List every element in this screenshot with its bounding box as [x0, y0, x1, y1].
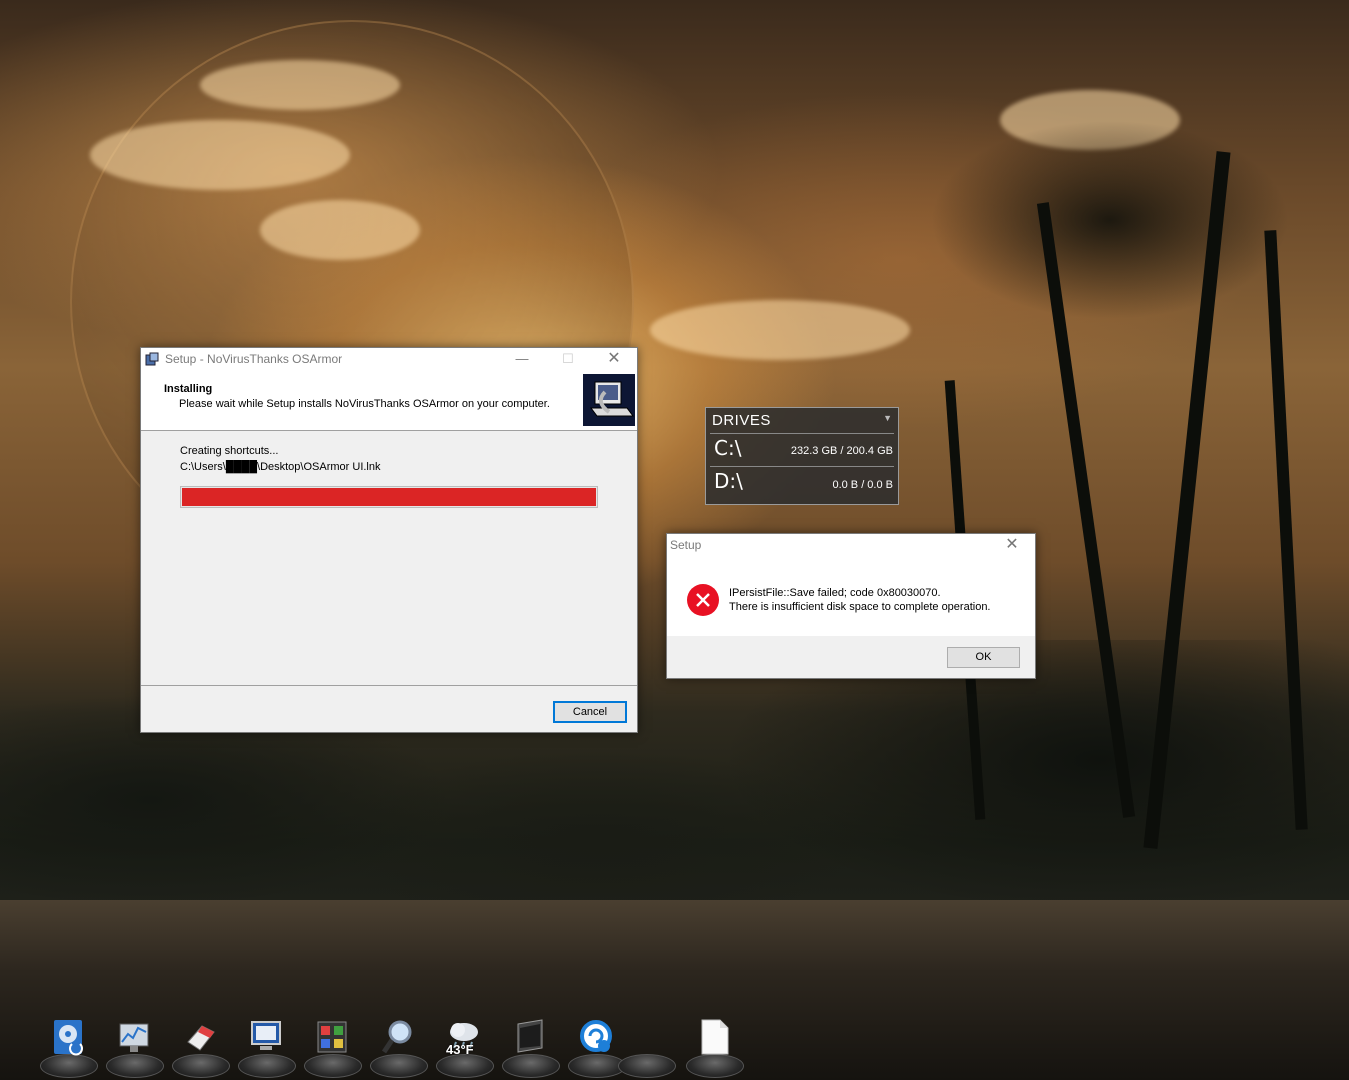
- cloud-decoration: [650, 300, 910, 360]
- setup-header: Installing Please wait while Setup insta…: [141, 370, 637, 431]
- weather-temperature: 43°F: [446, 1042, 474, 1057]
- sync-s-icon: [580, 1018, 612, 1056]
- path-text: C:\Users\████\Desktop\OSArmor UI.lnk: [180, 461, 381, 473]
- header-subtitle: Please wait while Setup installs NoVirus…: [179, 398, 550, 410]
- setup-footer: Cancel: [141, 685, 637, 732]
- chevron-down-icon[interactable]: ▼: [883, 413, 892, 423]
- drives-title: DRIVES: [712, 412, 771, 429]
- setup-titlebar[interactable]: Setup - NoVirusThanks OSArmor — ☐ ✕: [141, 348, 637, 370]
- cloud-decoration: [90, 120, 350, 190]
- palm-foliage: [930, 120, 1290, 320]
- divider: [710, 433, 894, 434]
- setup-body: Creating shortcuts... C:\Users\████\Desk…: [141, 431, 637, 685]
- error-titlebar[interactable]: Setup ✕: [667, 534, 1035, 556]
- dock: 43°F: [36, 1012, 748, 1080]
- dock-item-computer[interactable]: [236, 1012, 296, 1078]
- magnifier-icon: [382, 1018, 414, 1056]
- minimize-button[interactable]: —: [499, 348, 545, 370]
- cloud-decoration: [200, 60, 400, 110]
- ok-button[interactable]: OK: [947, 647, 1020, 668]
- computer-icon: [250, 1018, 282, 1056]
- eraser-icon: [184, 1018, 216, 1056]
- tools-icon: [316, 1018, 348, 1056]
- dock-item-empty-slot[interactable]: [616, 1012, 676, 1078]
- error-message-line1: IPersistFile::Save failed; code 0x800300…: [729, 587, 941, 599]
- close-button[interactable]: ✕: [989, 534, 1035, 556]
- setup-title: Setup - NoVirusThanks OSArmor: [165, 352, 343, 366]
- error-footer: OK: [667, 636, 1035, 678]
- dock-item-system-monitor[interactable]: [104, 1012, 164, 1078]
- hard-drive-icon: [52, 1018, 84, 1056]
- cloud-decoration: [260, 200, 420, 260]
- error-title: Setup: [670, 538, 702, 552]
- drive-letter: C:\: [714, 436, 742, 460]
- header-title: Installing: [164, 383, 213, 395]
- maximize-button[interactable]: ☐: [545, 348, 591, 370]
- error-dialog: Setup ✕ IPersistFile::Save failed; code …: [666, 533, 1036, 679]
- drive-usage: 232.3 GB / 200.4 GB: [790, 445, 893, 457]
- error-icon: [687, 584, 719, 616]
- dock-item-weather[interactable]: 43°F: [434, 1012, 494, 1078]
- close-button[interactable]: ✕: [591, 348, 637, 370]
- dock-item-launcher[interactable]: [500, 1012, 560, 1078]
- monitor-graph-icon: [118, 1018, 150, 1056]
- error-content: IPersistFile::Save failed; code 0x800300…: [667, 564, 1035, 636]
- window-3d-icon: [514, 1018, 546, 1056]
- blank-icon: [630, 1018, 662, 1056]
- installer-logo-icon: [583, 374, 635, 426]
- dock-item-control-panel[interactable]: [302, 1012, 362, 1078]
- dock-item-cleaner[interactable]: [170, 1012, 230, 1078]
- drive-usage: 0.0 B / 0.0 B: [832, 479, 893, 491]
- progress-bar: [180, 486, 598, 508]
- setup-app-icon: [145, 352, 159, 366]
- dock-item-document[interactable]: [684, 1012, 744, 1078]
- dock-item-search[interactable]: [368, 1012, 428, 1078]
- progress-fill: [182, 488, 596, 506]
- setup-window: Setup - NoVirusThanks OSArmor — ☐ ✕ Inst…: [140, 347, 638, 733]
- dock-item-disk-tool[interactable]: [38, 1012, 98, 1078]
- error-message-line2: There is insufficient disk space to comp…: [729, 601, 991, 613]
- drives-gadget: DRIVES ▼ C:\ 232.3 GB / 200.4 GB D:\ 0.0…: [705, 407, 899, 505]
- cancel-button[interactable]: Cancel: [553, 701, 627, 723]
- document-icon: [698, 1018, 730, 1056]
- drive-letter: D:\: [714, 469, 743, 493]
- divider: [710, 466, 894, 467]
- status-text: Creating shortcuts...: [180, 445, 279, 457]
